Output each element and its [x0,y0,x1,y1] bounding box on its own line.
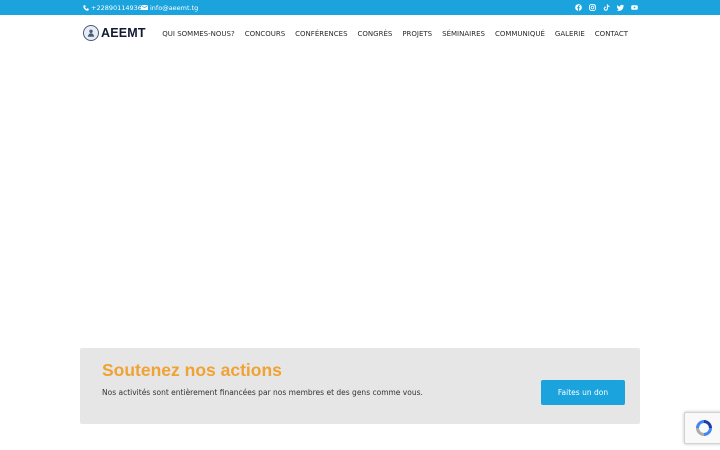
nav-item-contact[interactable]: CONTACT [595,30,628,38]
top-bar: +22890114936 info@aeemt.tg [0,0,720,15]
instagram-icon[interactable] [587,2,598,13]
nav-item-projets[interactable]: PROJETS [402,30,432,38]
facebook-icon[interactable] [573,2,584,13]
nav-item-qui-sommes-nous[interactable]: QUI SOMMES-NOUS? [162,30,234,38]
support-title: Soutenez nos actions [102,360,282,380]
social-links [573,2,640,13]
nav-item-congres[interactable]: CONGRÈS [358,30,393,38]
phone-contact[interactable]: +22890114936 [83,0,142,15]
nav-item-seminaires[interactable]: SÉMINAIRES [442,30,485,38]
site-logo[interactable]: AEEMT [83,25,146,41]
support-banner: Soutenez nos actions Nos activités sont … [80,348,640,424]
logo-text: AEEMT [101,26,146,40]
nav-item-communique[interactable]: COMMUNIQUÉ [495,30,545,38]
tiktok-icon[interactable] [601,2,612,13]
email-contact[interactable]: info@aeemt.tg [141,0,198,15]
site-header: AEEMT QUI SOMMES-NOUS? CONCOURS CONFÉREN… [0,15,720,53]
twitter-icon[interactable] [615,2,626,13]
nav-item-concours[interactable]: CONCOURS [245,30,285,38]
youtube-icon[interactable] [629,2,640,13]
main-navigation: QUI SOMMES-NOUS? CONCOURS CONFÉRENCES CO… [162,15,628,53]
donate-button[interactable]: Faites un don [541,380,625,405]
mail-icon [141,5,148,10]
email-address: info@aeemt.tg [150,3,199,12]
phone-number: +22890114936 [91,3,142,12]
recaptcha-icon [696,420,712,436]
nav-item-conferences[interactable]: CONFÉRENCES [295,30,347,38]
recaptcha-badge[interactable] [684,412,720,444]
logo-emblem-icon [83,25,99,41]
phone-icon [83,4,89,11]
nav-item-galerie[interactable]: GALERIE [555,30,585,38]
support-description: Nos activités sont entièrement financées… [102,388,423,397]
